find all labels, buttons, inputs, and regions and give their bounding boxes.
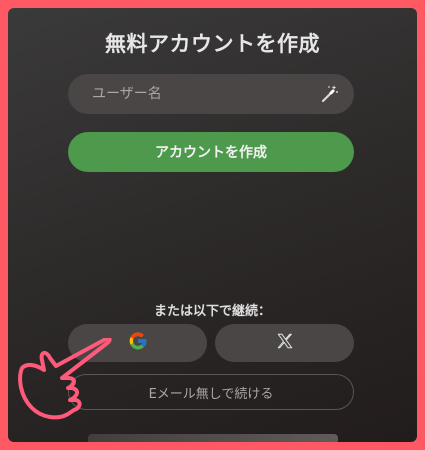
username-input[interactable] [90, 85, 318, 103]
x-logo-icon [276, 332, 294, 354]
username-field-wrapper[interactable] [68, 74, 354, 114]
pointing-hand-icon [18, 338, 112, 420]
or-continue-label: または以下で継続： [153, 304, 271, 319]
x-login-button[interactable] [215, 324, 354, 362]
footer-text-faded [88, 434, 338, 442]
google-g-icon [128, 331, 148, 355]
magic-wand-icon[interactable] [318, 83, 340, 105]
create-account-button[interactable]: アカウントを作成 [68, 132, 354, 172]
page-title: 無料アカウントを作成 [105, 32, 320, 56]
